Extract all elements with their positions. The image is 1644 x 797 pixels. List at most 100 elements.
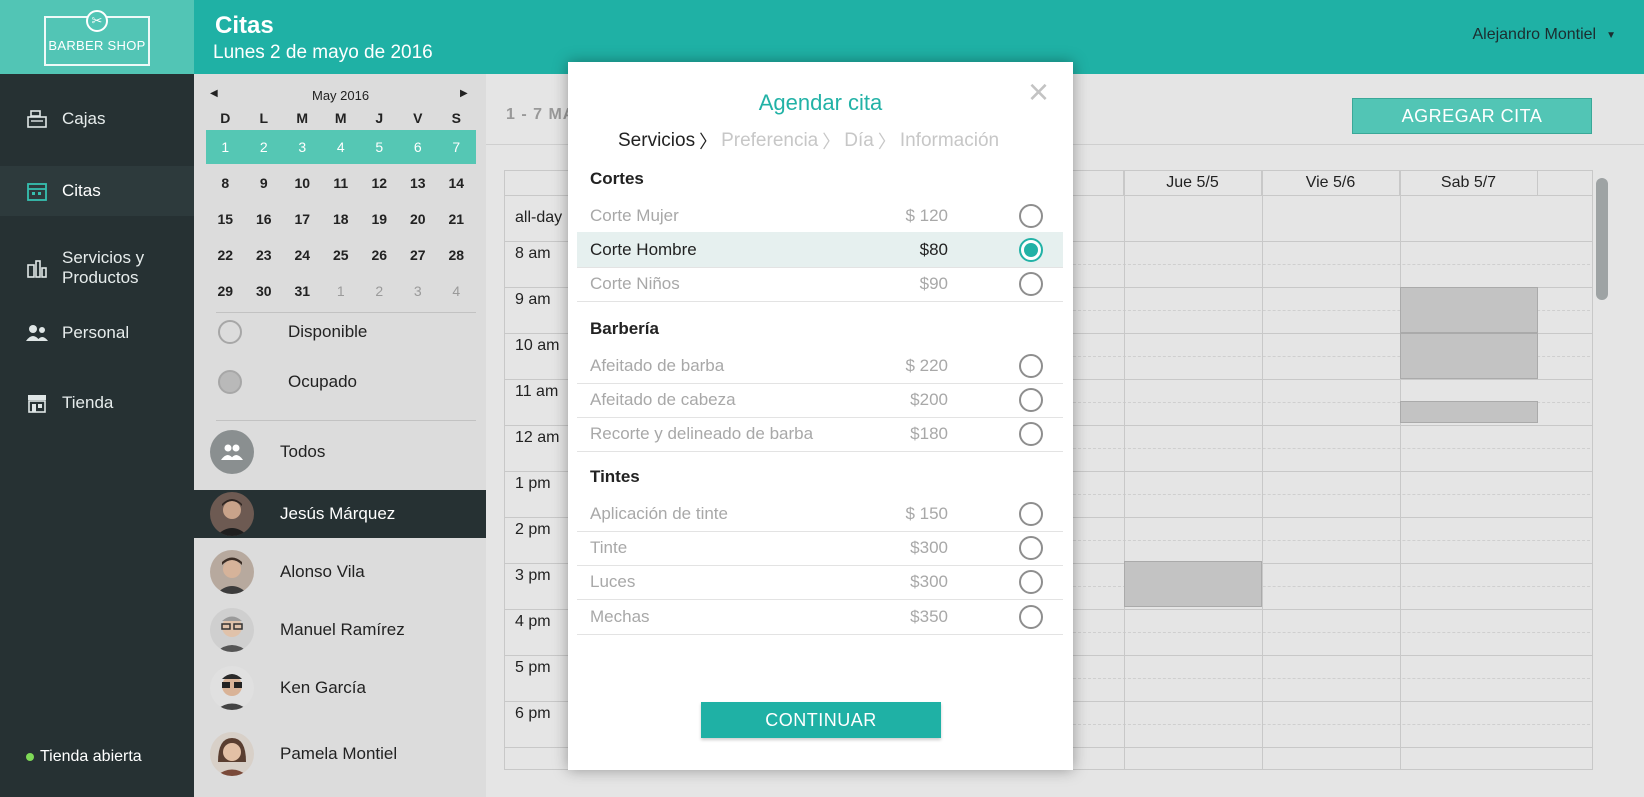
calendar-day[interactable]: 25 — [322, 247, 361, 263]
radio-button[interactable] — [1019, 203, 1043, 228]
service-option[interactable]: Tinte $300 — [577, 530, 1063, 566]
service-price: $350 — [910, 606, 948, 626]
step-informacion[interactable]: Información — [900, 130, 999, 152]
calendar-day[interactable]: 16 — [245, 211, 284, 227]
service-name: Corte Mujer — [590, 205, 679, 225]
sidebar-item-cajas[interactable]: Cajas — [0, 94, 194, 144]
calendar-day[interactable]: 30 — [245, 283, 284, 299]
sidebar-item-citas[interactable]: Citas — [0, 166, 194, 216]
staff-item-alonso-vila[interactable]: Alonso Vila — [194, 548, 486, 596]
staff-item-jesus-marquez[interactable]: Jesús Márquez — [194, 490, 486, 538]
calendar-day[interactable]: 22 — [206, 247, 245, 263]
service-price: $300 — [910, 537, 948, 557]
time-label: 12 am — [515, 429, 560, 446]
scrollbar-thumb[interactable] — [1596, 178, 1608, 300]
sidebar-item-tienda[interactable]: Tienda — [0, 378, 194, 428]
calendar-day[interactable]: 15 — [206, 211, 245, 227]
staff-item-todos[interactable]: Todos — [194, 428, 486, 476]
sidebar-item-personal[interactable]: Personal — [0, 308, 194, 358]
service-option[interactable]: Aplicación de tinte $ 150 — [577, 496, 1063, 532]
busy-slot[interactable] — [1400, 333, 1538, 379]
calendar-day[interactable]: 1 — [322, 283, 361, 299]
staff-name: Pamela Montiel — [280, 744, 398, 763]
calendar-scrollbar[interactable] — [1592, 170, 1608, 770]
divider — [216, 312, 476, 313]
radio-button[interactable] — [1019, 237, 1043, 262]
prev-month-icon[interactable]: ◀ — [210, 88, 218, 99]
calendar-day[interactable]: 4 — [437, 283, 476, 299]
mini-calendar-week: 15 16 17 18 19 20 21 — [206, 202, 476, 236]
calendar-day[interactable]: 26 — [360, 247, 399, 263]
add-appointment-button[interactable]: AGREGAR CITA — [1352, 98, 1592, 134]
user-menu[interactable]: Alejandro Montiel ▼ — [1472, 26, 1616, 44]
busy-slot[interactable] — [1400, 401, 1538, 423]
calendar-day[interactable]: 17 — [283, 211, 322, 227]
calendar-day[interactable]: 20 — [399, 211, 438, 227]
calendar-day[interactable]: 18 — [322, 211, 361, 227]
next-month-icon[interactable]: ▶ — [460, 88, 468, 99]
staff-item-pamela-montiel[interactable]: Pamela Montiel — [194, 730, 486, 778]
radio-button[interactable] — [1019, 569, 1043, 594]
service-option[interactable]: Mechas $350 — [577, 599, 1063, 635]
mini-calendar-weekdays: D L M M J V S — [206, 110, 476, 126]
calendar-day[interactable]: 31 — [283, 283, 322, 299]
service-option[interactable]: Corte Hombre $80 — [577, 232, 1063, 268]
time-label: 5 pm — [515, 659, 551, 676]
radio-button[interactable] — [1019, 353, 1043, 378]
calendar-day[interactable]: 2 — [360, 283, 399, 299]
calendar-day[interactable]: 23 — [245, 247, 284, 263]
calendar-day[interactable]: 10 — [283, 175, 322, 191]
staff-item-manuel-ramirez[interactable]: Manuel Ramírez — [194, 606, 486, 654]
busy-slot[interactable] — [1400, 287, 1538, 333]
calendar-day[interactable]: 12 — [360, 175, 399, 191]
calendar-day[interactable]: 21 — [437, 211, 476, 227]
sidebar-item-label: Citas — [62, 181, 101, 200]
close-icon[interactable]: × — [1028, 74, 1049, 110]
service-price: $ 120 — [905, 205, 948, 225]
radio-button[interactable] — [1019, 501, 1043, 526]
logo-area[interactable]: ✂ BARBER SHOP — [0, 0, 194, 74]
calendar-day[interactable]: 6 — [399, 139, 438, 155]
calendar-day[interactable]: 9 — [245, 175, 284, 191]
service-option[interactable]: Recorte y delineado de barba $180 — [577, 416, 1063, 452]
busy-slot[interactable] — [1124, 561, 1262, 607]
calendar-day[interactable]: 11 — [322, 175, 361, 191]
calendar-day[interactable]: 13 — [399, 175, 438, 191]
wizard-steps: Servicios 〉 Preferencia 〉 Día 〉 Informac… — [618, 128, 999, 154]
radio-button[interactable] — [1019, 535, 1043, 560]
calendar-day[interactable]: 3 — [399, 283, 438, 299]
calendar-day[interactable]: 8 — [206, 175, 245, 191]
calendar-day[interactable]: 24 — [283, 247, 322, 263]
service-option[interactable]: Afeitado de barba $ 220 — [577, 348, 1063, 384]
calendar-day[interactable]: 3 — [283, 139, 322, 155]
service-price: $ 220 — [905, 355, 948, 375]
calendar-day[interactable]: 19 — [360, 211, 399, 227]
calendar-day[interactable]: 27 — [399, 247, 438, 263]
service-option[interactable]: Corte Niños $90 — [577, 266, 1063, 302]
calendar-day[interactable]: 29 — [206, 283, 245, 299]
weekday-label: V — [413, 110, 423, 126]
service-option[interactable]: Corte Mujer $ 120 — [577, 198, 1063, 234]
service-option[interactable]: Afeitado de cabeza $200 — [577, 382, 1063, 418]
calendar-day[interactable]: 7 — [437, 139, 476, 155]
staff-item-ken-garcia[interactable]: Ken García — [194, 664, 486, 712]
step-dia[interactable]: Día — [844, 130, 874, 152]
calendar-day[interactable]: 14 — [437, 175, 476, 191]
calendar-day[interactable]: 5 — [360, 139, 399, 155]
calendar-day[interactable]: 4 — [322, 139, 361, 155]
legend-available: Disponible — [218, 320, 367, 344]
calendar-day[interactable]: 28 — [437, 247, 476, 263]
step-servicios[interactable]: Servicios — [618, 130, 695, 152]
radio-button[interactable] — [1019, 421, 1043, 446]
step-preferencia[interactable]: Preferencia — [721, 130, 818, 152]
radio-button[interactable] — [1019, 387, 1043, 412]
radio-button[interactable] — [1019, 271, 1043, 296]
calendar-day[interactable]: 1 — [206, 139, 245, 155]
radio-button[interactable] — [1019, 604, 1043, 629]
service-option[interactable]: Luces $300 — [577, 564, 1063, 600]
staff-name: Jesús Márquez — [280, 504, 396, 523]
mini-calendar-month: May 2016 — [312, 88, 370, 103]
continue-button[interactable]: CONTINUAR — [701, 702, 941, 738]
calendar-day[interactable]: 2 — [245, 139, 284, 155]
sidebar-item-servicios[interactable]: Servicios y Productos — [0, 238, 194, 298]
